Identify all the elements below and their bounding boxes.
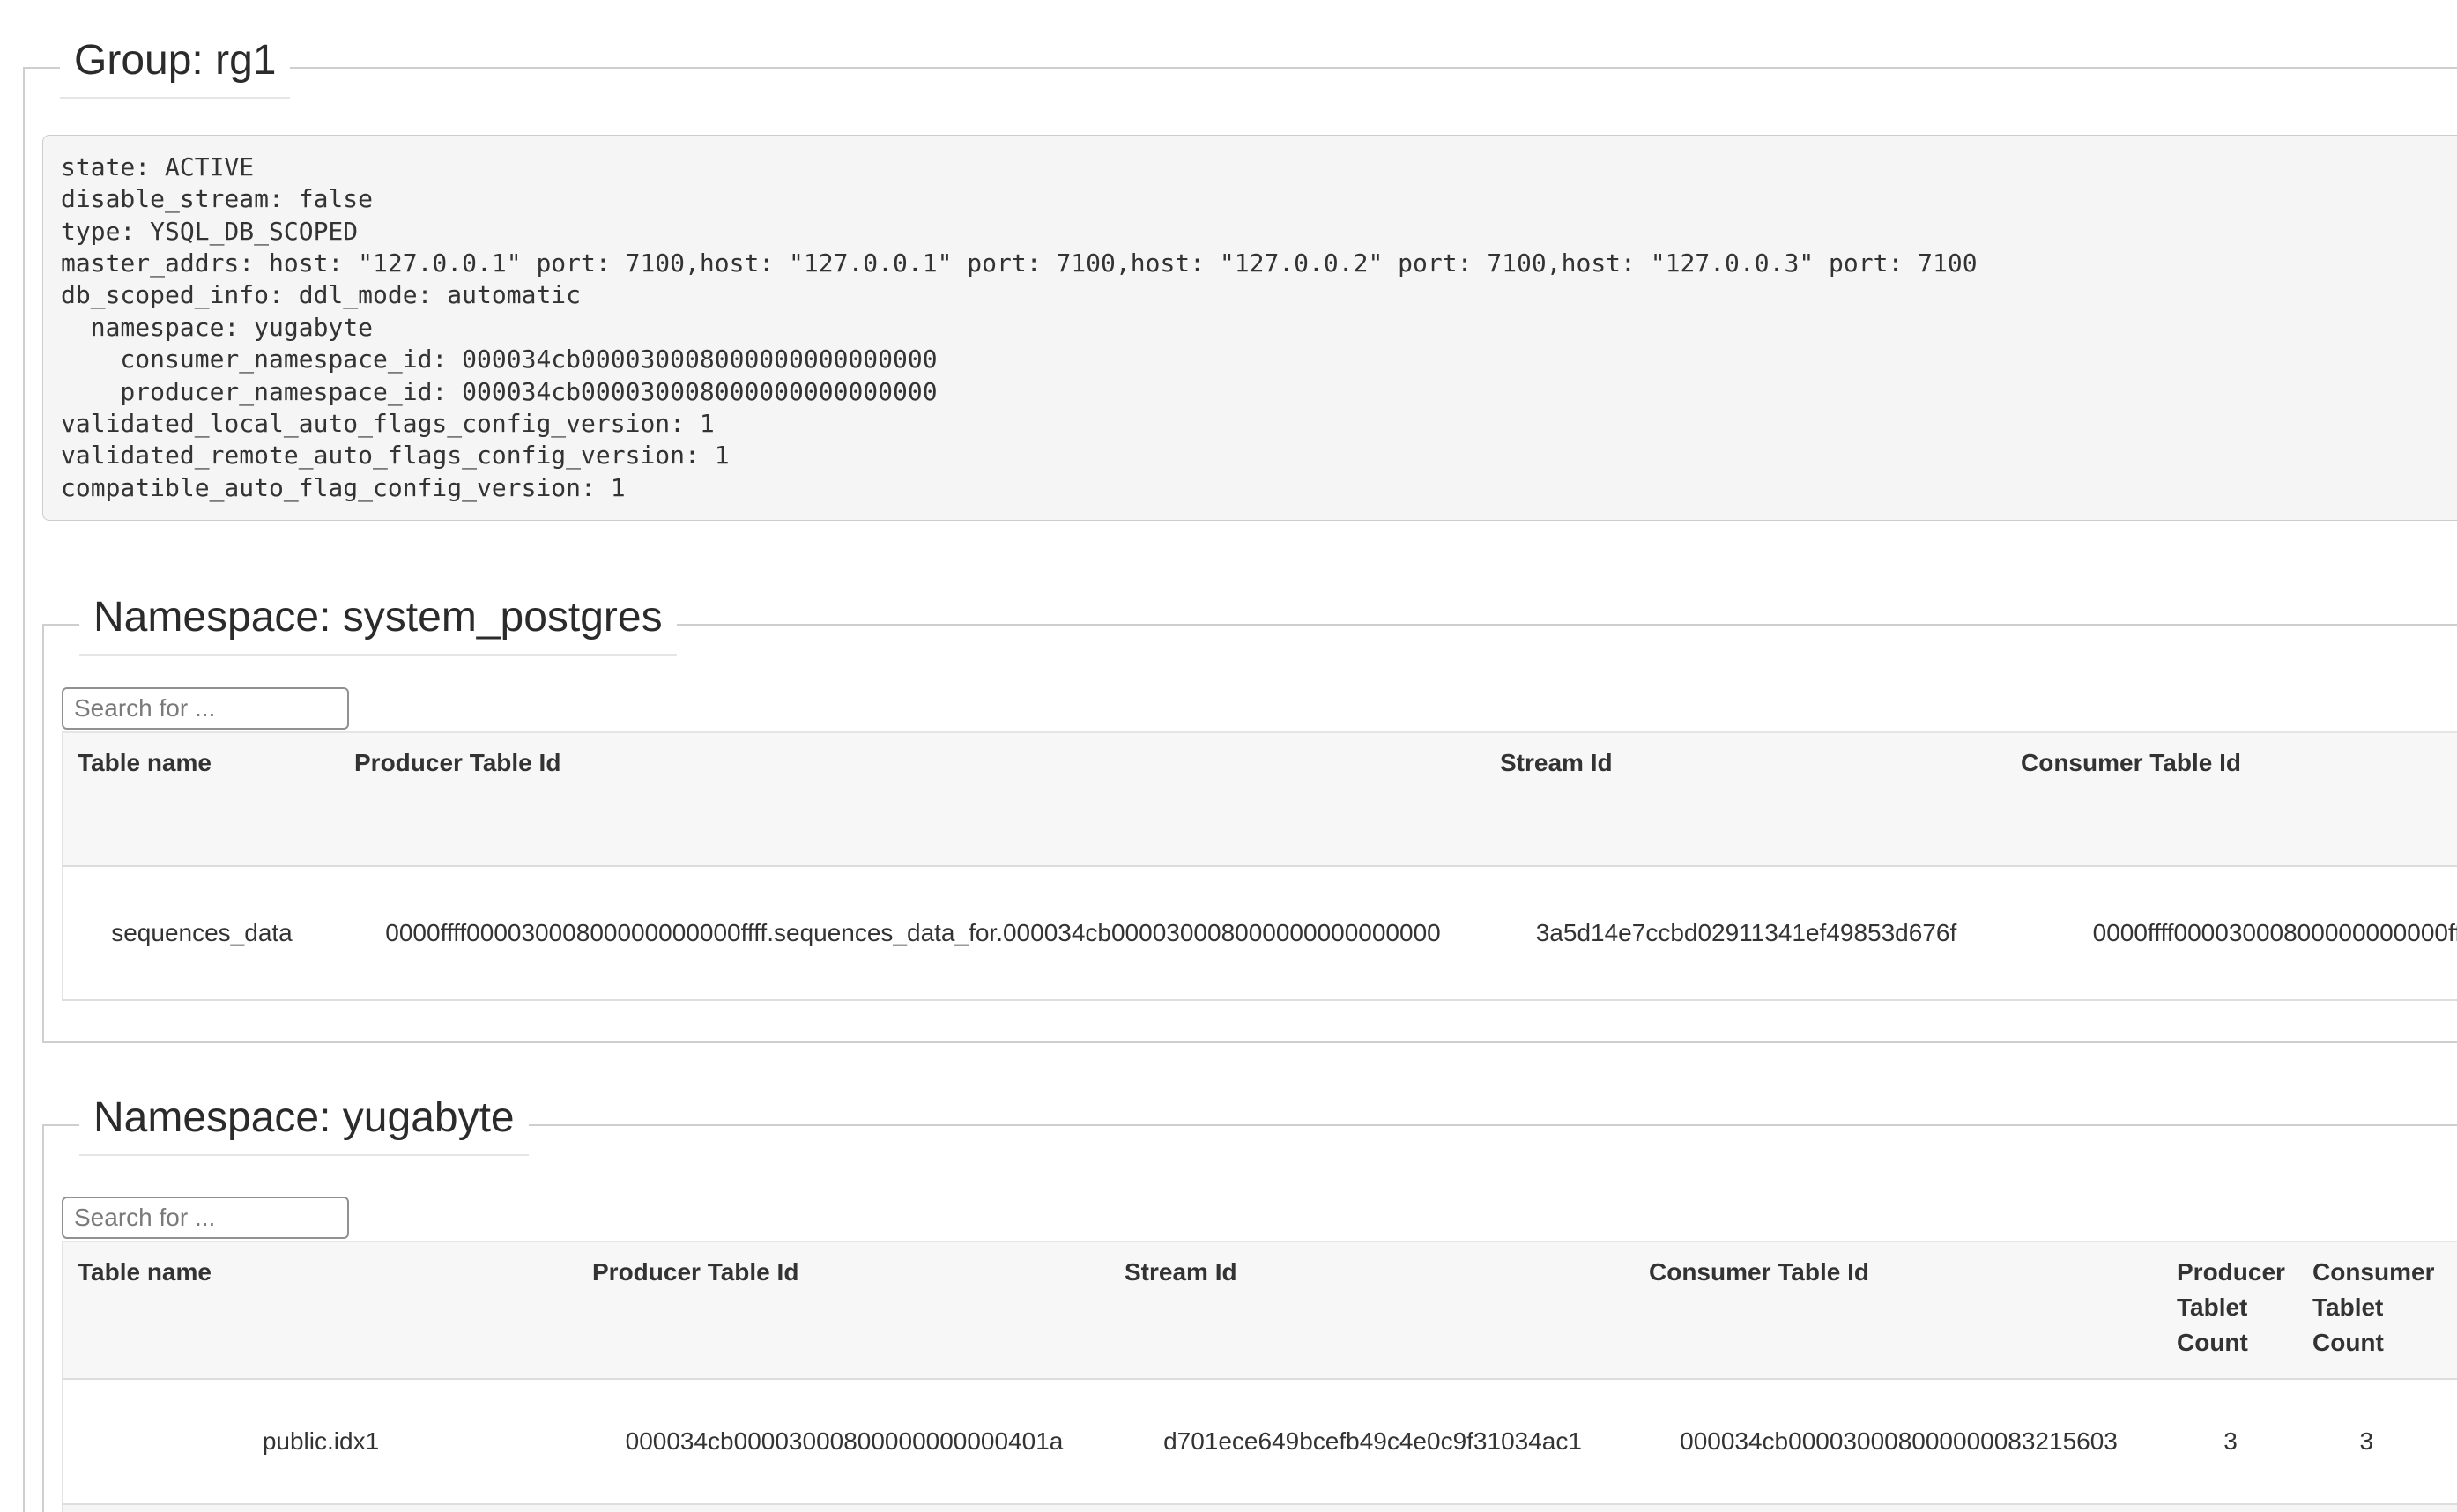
column-header-producer-tablet-count[interactable]: Producer Tablet Count	[2163, 1241, 2298, 1379]
column-header-table-name[interactable]: Table name	[63, 1241, 578, 1379]
cell-empty	[63, 1504, 2457, 1512]
cell-consumer-table-id: 0000ffff00003000800000000000ffff.s	[2007, 866, 2457, 1000]
search-input[interactable]	[62, 687, 349, 730]
column-header-stream-id[interactable]: Stream Id	[1486, 732, 2007, 866]
column-header-stream-id[interactable]: Stream Id	[1110, 1241, 1635, 1379]
group-config-block: state: ACTIVE disable_stream: false type…	[42, 135, 2457, 521]
cell-consumer-table-id: 000034cb000030008000000083215603	[1635, 1379, 2163, 1504]
namespace-legend: Namespace: system_postgres	[79, 594, 677, 656]
group-fieldset: Group: rg1 state: ACTIVE disable_stream:…	[23, 37, 2457, 1512]
column-header-spacer	[2434, 1241, 2457, 1379]
column-header-consumer-table-id[interactable]: Consumer Table Id	[2007, 732, 2457, 866]
tables-table: Table name Producer Table Id Stream Id C…	[62, 1241, 2457, 1512]
cell-consumer-tablet-count: 3	[2298, 1379, 2434, 1504]
cell-producer-table-id: 0000ffff00003000800000000000ffff.sequenc…	[340, 866, 1486, 1000]
search-input[interactable]	[62, 1197, 349, 1239]
cell-table-name: sequences_data	[63, 866, 340, 1000]
cell-stream-id: d701ece649bcefb49c4e0c9f31034ac1	[1110, 1379, 1635, 1504]
cell-spacer	[2434, 1379, 2457, 1504]
namespace-fieldset-system-postgres: Namespace: system_postgres Table name Pr…	[42, 594, 2457, 1043]
column-header-table-name[interactable]: Table name	[63, 732, 340, 866]
cell-producer-table-id: 000034cb00003000800000000000401a	[578, 1379, 1110, 1504]
table-header-row: Table name Producer Table Id Stream Id C…	[63, 732, 2457, 866]
column-header-producer-table-id[interactable]: Producer Table Id	[578, 1241, 1110, 1379]
namespace-fieldset-yugabyte: Namespace: yugabyte Table name Producer …	[42, 1094, 2457, 1512]
table-row: public.idx1 000034cb00003000800000000000…	[63, 1379, 2457, 1504]
page-canvas: Group: rg1 state: ACTIVE disable_stream:…	[0, 37, 2457, 1512]
tables-table: Table name Producer Table Id Stream Id C…	[62, 731, 2457, 1001]
column-header-consumer-tablet-count[interactable]: Consumer Tablet Count	[2298, 1241, 2434, 1379]
replication-page: Group: rg1 state: ACTIVE disable_stream:…	[0, 0, 2457, 1512]
table-row: sequences_data 0000ffff00003000800000000…	[63, 866, 2457, 1000]
namespace-legend: Namespace: yugabyte	[79, 1094, 529, 1156]
cell-stream-id: 3a5d14e7ccbd02911341ef49853d676f	[1486, 866, 2007, 1000]
cell-table-name: public.idx1	[63, 1379, 578, 1504]
column-header-producer-table-id[interactable]: Producer Table Id	[340, 732, 1486, 866]
cell-producer-tablet-count: 3	[2163, 1379, 2298, 1504]
group-legend: Group: rg1	[60, 37, 290, 99]
column-header-consumer-table-id[interactable]: Consumer Table Id	[1635, 1241, 2163, 1379]
table-header-row: Table name Producer Table Id Stream Id C…	[63, 1241, 2457, 1379]
table-row-partially-visible	[63, 1504, 2457, 1512]
